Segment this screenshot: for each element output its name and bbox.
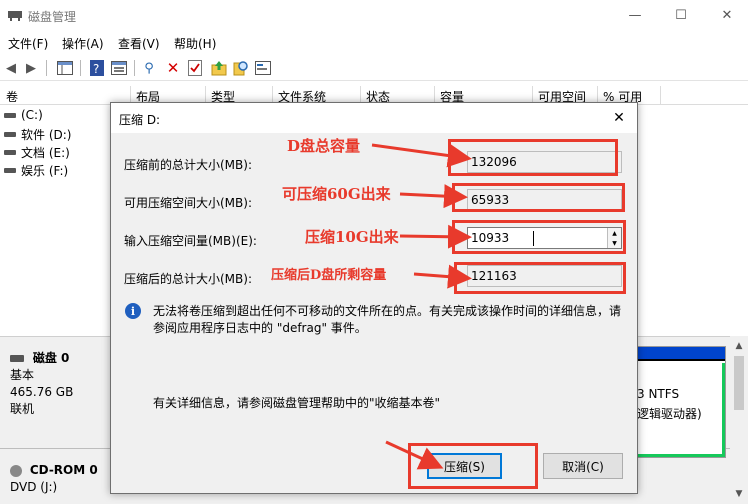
annotation-shrinkable: 可压缩60G出来 xyxy=(282,185,391,203)
menu-bar: 文件(F) 操作(A) 查看(V) 帮助(H) xyxy=(0,31,748,53)
partition-block[interactable]: 3 NTFS 逻辑驱动器) xyxy=(634,346,726,458)
info-message: 无法将卷压缩到超出任何不可移动的文件所在的点。有关完成该操作时间的详细信息，请参… xyxy=(153,304,622,335)
volume-row-f[interactable]: 娱乐 (F:) xyxy=(4,162,68,179)
highlight-input-amount xyxy=(452,220,626,254)
volume-name: 娱乐 (F:) xyxy=(21,164,69,178)
annotation-shrink-10g: 压缩10G出来 xyxy=(305,228,399,246)
maximize-button[interactable]: ☐ xyxy=(658,0,704,31)
connect-icon[interactable]: ⚲ xyxy=(140,59,158,77)
console-tree-icon[interactable] xyxy=(56,59,74,77)
input-amount-label: 输入压缩空间量(MB)(E): xyxy=(124,234,257,248)
volume-row-d[interactable]: 软件 (D:) xyxy=(4,126,71,143)
properties-icon[interactable] xyxy=(110,59,128,77)
highlight-total-after xyxy=(454,262,626,294)
annotation-remaining: 压缩后D盘所剩容量 xyxy=(271,268,387,283)
partition-desc: 逻辑驱动器) xyxy=(637,407,702,421)
scroll-thumb[interactable] xyxy=(734,356,744,410)
svg-text:?: ? xyxy=(93,62,99,76)
close-button[interactable]: ✕ xyxy=(704,0,748,31)
menu-help[interactable]: 帮助(H) xyxy=(174,35,216,52)
disk-size: 465.76 GB xyxy=(10,385,74,399)
menu-action[interactable]: 操作(A) xyxy=(62,35,104,52)
check-icon[interactable] xyxy=(186,59,204,77)
cancel-button[interactable]: 取消(C) xyxy=(543,453,623,479)
search-icon[interactable] xyxy=(232,59,250,77)
cdrom-icon xyxy=(10,464,22,477)
disk-pane-scrollbar[interactable]: ▲ ▼ xyxy=(730,336,748,504)
drive-icon xyxy=(4,150,16,155)
total-before-label: 压缩前的总计大小(MB): xyxy=(124,158,252,172)
volume-name: 文档 (E:) xyxy=(21,146,70,160)
volume-name: (C:) xyxy=(21,108,43,122)
menu-file[interactable]: 文件(F) xyxy=(8,35,48,52)
help-message: 有关详细信息，请参阅磁盘管理帮助中的"收缩基本卷" xyxy=(153,396,441,410)
highlight-shrink-button xyxy=(408,443,538,489)
drive-icon xyxy=(4,132,16,137)
col-volume[interactable]: 卷 xyxy=(6,88,18,105)
dialog-close-icon[interactable]: ✕ xyxy=(601,103,637,133)
cdrom-name: CD-ROM 0 xyxy=(29,463,98,477)
partition-header xyxy=(635,347,725,361)
drive-icon xyxy=(4,112,16,118)
window-title: 磁盘管理 xyxy=(28,10,77,24)
disk-icon xyxy=(10,355,24,362)
cdrom-type: DVD (J:) xyxy=(10,480,58,494)
info-icon: i xyxy=(125,303,141,319)
menu-view[interactable]: 查看(V) xyxy=(118,35,160,52)
minimize-button[interactable]: — xyxy=(612,0,658,31)
partition-fs: 3 NTFS xyxy=(637,387,680,401)
toolbar: ◀ ▶ ? ⚲ ✕ xyxy=(0,55,748,81)
volume-name: 软件 (D:) xyxy=(21,128,72,142)
disk-status: 联机 xyxy=(10,402,35,416)
up-folder-icon[interactable] xyxy=(210,59,228,77)
scroll-down-icon[interactable]: ▼ xyxy=(730,486,748,502)
highlight-available xyxy=(452,183,625,212)
delete-icon[interactable]: ✕ xyxy=(164,59,182,77)
back-icon[interactable]: ◀ xyxy=(2,59,20,77)
annotation-total-d: D盘总容量 xyxy=(287,137,361,155)
available-label: 可用压缩空间大小(MB): xyxy=(124,196,252,210)
settings-icon[interactable] xyxy=(254,59,272,77)
volume-row-c[interactable]: (C:) xyxy=(4,108,43,122)
disk-type: 基本 xyxy=(10,368,35,382)
total-after-label: 压缩后的总计大小(MB): xyxy=(124,272,252,286)
help-icon[interactable]: ? xyxy=(88,59,106,77)
drive-icon xyxy=(4,168,16,173)
cdrom-0-label[interactable]: CD-ROM 0 DVD (J:) xyxy=(10,462,98,496)
volume-row-e[interactable]: 文档 (E:) xyxy=(4,144,70,161)
disk-0-label[interactable]: 磁盘 0 基本 465.76 GB 联机 xyxy=(10,350,73,418)
dialog-title-bar: 压缩 D: ✕ xyxy=(111,103,637,133)
forward-icon[interactable]: ▶ xyxy=(22,59,40,77)
disk-name: 磁盘 0 xyxy=(32,351,70,365)
scroll-up-icon[interactable]: ▲ xyxy=(730,338,748,354)
highlight-total-before xyxy=(448,139,618,176)
disk-management-icon xyxy=(8,11,22,21)
title-bar: 磁盘管理 — ☐ ✕ xyxy=(0,0,748,31)
dialog-title: 压缩 D: xyxy=(119,113,161,127)
